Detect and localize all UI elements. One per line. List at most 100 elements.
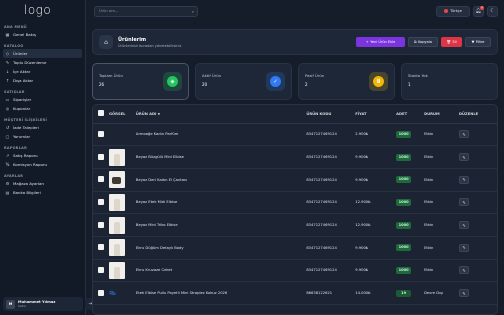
edit-icon[interactable]: ✎: [459, 175, 469, 184]
delete-button[interactable]: 🗑︎ Sil: [441, 37, 462, 47]
product-name[interactable]: Ekru Kruvaze Ceket: [135, 259, 307, 283]
row-image: [108, 259, 136, 283]
product-name[interactable]: Etek Elbise Pullu Payetli Mini Straplez …: [135, 281, 307, 305]
copy-button[interactable]: ⧉ Kopyala: [408, 37, 438, 47]
checkbox[interactable]: [98, 110, 104, 117]
sidebar-item-label: Banka Bilgileri: [13, 190, 41, 195]
checkbox[interactable]: [98, 130, 104, 137]
sidebar-item[interactable]: ↑ Dışa Aktar: [3, 76, 82, 85]
product-name[interactable]: Beyaz Büzgülü Mini Elbise: [135, 145, 307, 169]
sidebar-item[interactable]: % Komisyon Raporu: [3, 160, 82, 169]
row-select[interactable]: [93, 168, 109, 192]
product-name[interactable]: Armoağe Kadın Parfüm: [135, 123, 307, 147]
edit-icon[interactable]: ✎: [459, 289, 469, 298]
table-row[interactable]: Ekru Düğüm Detaylı Body 8347127469124 9.90…: [93, 236, 497, 260]
sidebar-item[interactable]: ◎ Kuponlar: [3, 104, 82, 113]
product-name[interactable]: Beyaz Etek Midi Elbise: [135, 191, 307, 215]
checkbox[interactable]: [98, 153, 104, 160]
product-code: 8347127469124: [306, 168, 356, 192]
sidebar-item[interactable]: ▤ Banka Bilgileri: [3, 188, 82, 197]
sidebar-item[interactable]: ✎ Toplu Düzenleme: [3, 58, 82, 67]
sidebar-item[interactable]: ▭ Siparişler: [3, 95, 82, 104]
add-product-label: Yeni Ürün Ekle: [370, 40, 396, 44]
checkbox[interactable]: [98, 244, 104, 251]
row-select[interactable]: [93, 191, 109, 215]
checkbox[interactable]: [98, 176, 104, 183]
row-select[interactable]: [93, 145, 109, 169]
edit-icon[interactable]: ✎: [459, 130, 469, 139]
product-price: 12.900₺: [355, 191, 397, 215]
table-row[interactable]: Beyaz Büzgülü Mini Elbise 8347127469124 9.…: [93, 145, 497, 169]
checkbox[interactable]: [98, 289, 104, 296]
table-row[interactable]: Beyaz Etek Midi Elbise 8347127469124 12.90…: [93, 191, 497, 215]
stat-card[interactable]: Aktif Ürün 20 ✓: [195, 63, 292, 100]
header-select-all[interactable]: [93, 105, 109, 124]
language-button[interactable]: Türkçe: [436, 5, 470, 17]
product-price: 9.900₺: [355, 236, 397, 260]
row-select[interactable]: [93, 236, 109, 260]
logo[interactable]: logo: [0, 0, 85, 20]
row-select[interactable]: [93, 259, 109, 283]
checkbox[interactable]: [98, 221, 104, 228]
col-image: GÖRSEL: [108, 105, 136, 124]
stat-card[interactable]: Pasif Ürün 2 Ⅱ: [298, 63, 395, 100]
moon-icon[interactable]: ☾: [487, 5, 498, 17]
product-code: 86638122621: [306, 281, 356, 305]
stat-card[interactable]: Toplam Ürün 26 ◈: [92, 63, 189, 100]
sidebar-item-label: Satış Raporu: [13, 153, 38, 158]
table-row[interactable]: Beyaz Deri Kadın El Çantası 8347127469124…: [93, 168, 497, 192]
sidebar-item[interactable]: ◇ Ürünler: [3, 49, 82, 58]
product-name[interactable]: Beyaz Mini Triko Elbise: [135, 213, 307, 237]
row-image: [108, 145, 136, 169]
add-product-button[interactable]: + Yeni Ürün Ekle: [356, 37, 405, 47]
sidebar-item[interactable]: ↗ Satış Raporu: [3, 151, 82, 160]
sidebar-item[interactable]: ⚙ Mağaza Ayarları: [3, 179, 82, 188]
sidebar-item[interactable]: ↺ İade Talepleri: [3, 123, 82, 132]
table-row[interactable]: Armoağe Kadın Parfüm 8347127469124 2.900₺ 1…: [93, 123, 497, 147]
product-code: 8347127469124: [306, 191, 356, 215]
product-qty-cell: 1000: [396, 236, 425, 260]
edit-icon[interactable]: ✎: [459, 198, 469, 207]
edit-icon[interactable]: ✎: [459, 221, 469, 230]
ticket-icon: ◎: [5, 106, 10, 111]
edit-icon[interactable]: ✎: [459, 266, 469, 275]
row-select[interactable]: [93, 213, 109, 237]
row-select[interactable]: [93, 123, 109, 147]
export-icon: ↑: [5, 78, 10, 83]
col-name-label: ÜRÜN ADI: [135, 111, 157, 116]
filter-button[interactable]: ▼ Filtre: [465, 37, 491, 47]
stock-icon-glyph: ◈: [167, 76, 178, 87]
table-row[interactable]: Beyaz Mini Triko Elbise 8347127469124 12.9…: [93, 213, 497, 237]
product-name[interactable]: Ekru Düğüm Detaylı Body: [135, 236, 307, 260]
product-thumbnail: [108, 171, 125, 189]
row-image: [108, 168, 136, 192]
table-row[interactable]: Ekru Kruvaze Ceket 8347127469124 9.900₺ 100…: [93, 259, 497, 283]
product-status: Etkin: [424, 168, 459, 192]
sidebar-item[interactable]: ▦ Genel Bakış: [3, 30, 82, 39]
product-status: Devre Dışı: [424, 281, 459, 305]
search-input[interactable]: Ürün ara... ⌕: [94, 5, 198, 17]
products-table: GÖRSEL ÜRÜN ADI ▼ ÜRÜN KODU FİYAT ADET D…: [93, 105, 497, 305]
product-code: 8347127469124: [306, 123, 356, 147]
sidebar-item[interactable]: ↓ İçe Aktar: [3, 67, 82, 76]
product-status: Etkin: [424, 236, 459, 260]
row-select[interactable]: [93, 281, 109, 305]
bell-icon[interactable]: 🔔︎ 1: [473, 5, 484, 17]
table-row[interactable]: 👟︎ Etek Elbise Pullu Payetli Mini Straple…: [93, 281, 497, 305]
sidebar-item[interactable]: ▢ Yorumlar: [3, 132, 82, 141]
user-card[interactable]: M Muhammet Yılmaz Satıcı ⇥: [3, 297, 96, 311]
col-name[interactable]: ÜRÜN ADI ▼: [135, 105, 307, 124]
product-name[interactable]: Beyaz Deri Kadın El Çantası: [135, 168, 307, 192]
page-header: ⌂ Ürünlerim Ürünlerinizi buradan yöneteb…: [92, 29, 498, 55]
product-price: 2.900₺: [355, 123, 397, 147]
stat-card[interactable]: Stokta Yok 1: [401, 63, 498, 100]
product-thumbnail: [108, 239, 125, 257]
sidebar: logo ANA MENÜ ▦ Genel Bakış KATALOG ◇ Ürünler…: [0, 0, 96, 315]
import-icon: ↓: [5, 69, 10, 74]
edit-icon[interactable]: ✎: [459, 153, 469, 162]
edit-icon[interactable]: ✎: [459, 243, 469, 252]
checkbox[interactable]: [98, 266, 104, 273]
tag-icon: ⌂: [99, 35, 113, 49]
checkbox[interactable]: [98, 198, 104, 205]
sort-icon[interactable]: ▼: [158, 112, 160, 116]
